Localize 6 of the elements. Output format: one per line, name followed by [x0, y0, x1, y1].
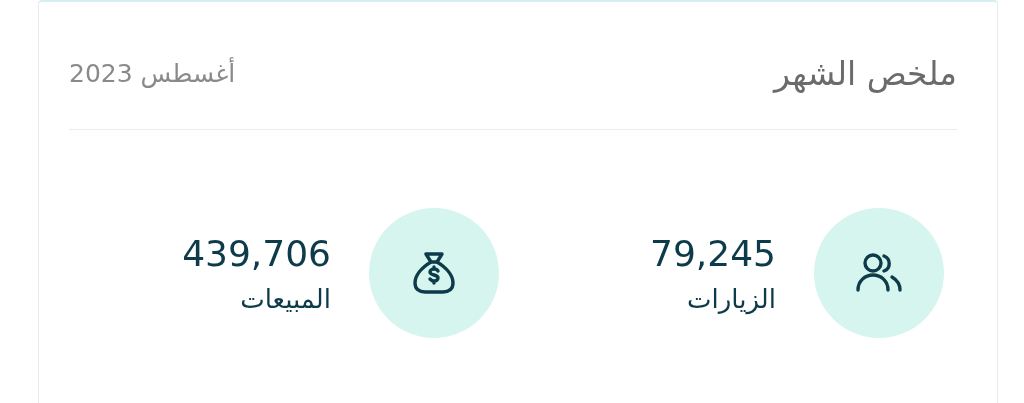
stat-label: المبيعات — [239, 283, 331, 314]
card-title: ملخص الشهر — [774, 54, 957, 93]
stat-label: الزيارات — [686, 283, 776, 314]
stat-value: 79,245 — [650, 232, 776, 274]
period-label: أغسطس 2023 — [69, 59, 236, 88]
stat-value: 439,706 — [182, 232, 331, 274]
